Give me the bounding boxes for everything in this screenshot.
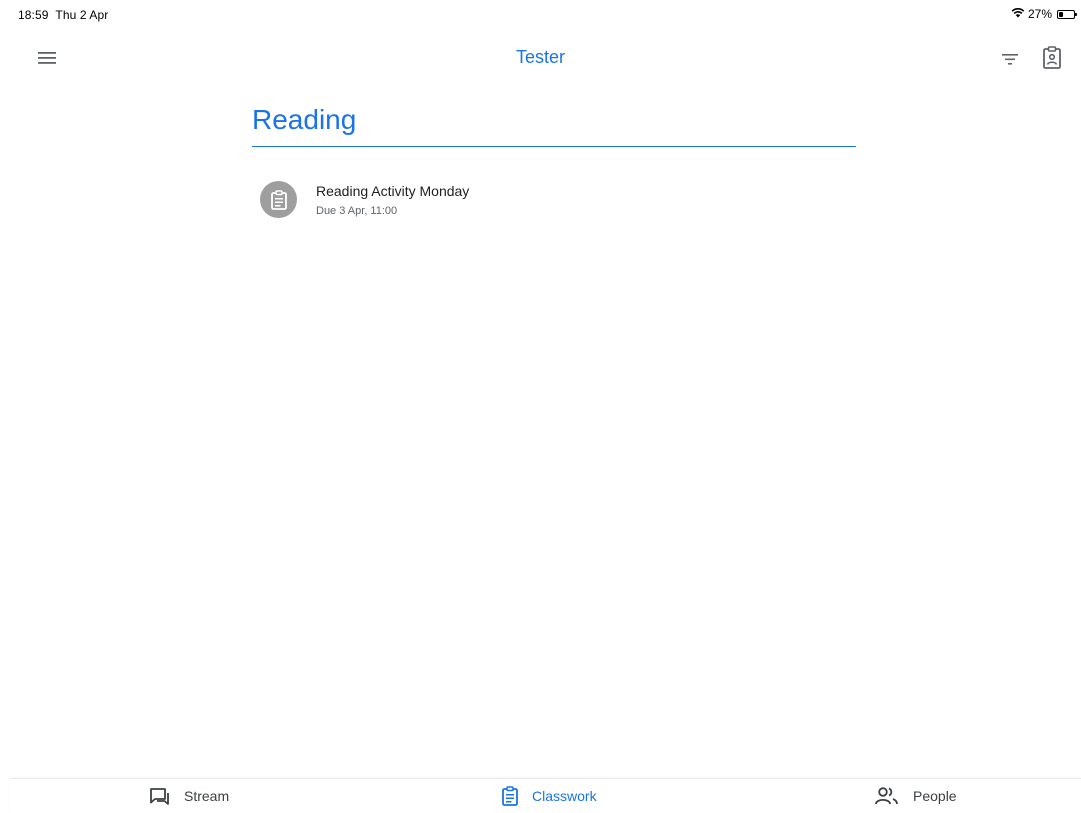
- status-time-date: 18:59 Thu 2 Apr: [18, 8, 108, 22]
- status-date: Thu 2 Apr: [55, 8, 109, 22]
- wifi-icon: [1011, 7, 1025, 21]
- battery-level: [1059, 11, 1063, 17]
- assignment-due-date: Due 3 Apr, 11:00: [316, 205, 398, 217]
- topic-title: Reading: [252, 104, 357, 135]
- tab-people-label: People: [913, 788, 957, 804]
- people-icon: [875, 787, 898, 805]
- class-title: Tester: [515, 47, 566, 67]
- tab-classwork[interactable]: Classwork: [501, 779, 597, 813]
- topic-header: Reading: [252, 104, 856, 147]
- status-time: 18:59: [18, 8, 49, 22]
- class-folder-button[interactable]: [1041, 46, 1063, 70]
- assignment-item[interactable]: Reading Activity Monday Due 3 Apr, 11:00: [252, 172, 856, 228]
- app-bar: Tester: [0, 38, 1081, 78]
- assignment-icon: [260, 181, 297, 218]
- status-indicators: 27%: [1011, 7, 1077, 21]
- tab-classwork-label: Classwork: [532, 788, 597, 804]
- status-bar: 18:59 Thu 2 Apr 27%: [0, 0, 1081, 28]
- tab-stream[interactable]: Stream: [149, 779, 229, 813]
- stream-icon: [150, 788, 169, 805]
- bottom-navigation: Stream Classwork People: [10, 778, 1081, 813]
- tab-people[interactable]: People: [874, 779, 957, 813]
- classwork-icon: [502, 786, 518, 806]
- battery-percent: 27%: [1027, 7, 1052, 21]
- assignment-title: Reading Activity Monday: [316, 183, 470, 199]
- battery-icon: [1057, 9, 1077, 19]
- app-screen: 18:59 Thu 2 Apr 27% Tester Reading Readi…: [0, 0, 1081, 813]
- tab-stream-label: Stream: [184, 788, 230, 804]
- filter-button[interactable]: [1001, 50, 1019, 68]
- filter-icon: [1002, 54, 1018, 65]
- class-folder-icon: [1043, 46, 1061, 69]
